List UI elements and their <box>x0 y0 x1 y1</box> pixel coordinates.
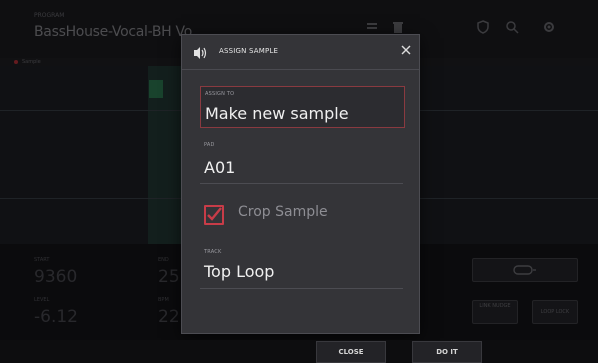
close-button[interactable]: CLOSE <box>316 341 386 363</box>
sample-assign-icon <box>193 45 209 59</box>
crop-sample-checkbox[interactable] <box>204 205 224 225</box>
assign-sample-dialog: ASSIGN SAMPLE ASSIGN TO Make new sample … <box>181 34 420 334</box>
pad-label: PAD <box>204 142 215 148</box>
close-icon[interactable] <box>399 44 413 58</box>
track-value[interactable]: Top Loop <box>204 262 274 281</box>
crop-sample-label[interactable]: Crop Sample <box>238 204 328 220</box>
track-underline <box>200 288 403 289</box>
pad-underline <box>200 183 403 184</box>
track-label: TRACK <box>204 249 222 255</box>
footer-bar <box>0 340 598 363</box>
dialog-header: ASSIGN SAMPLE <box>182 35 419 69</box>
checkmark-icon <box>207 207 222 221</box>
dialog-title: ASSIGN SAMPLE <box>219 47 279 55</box>
pad-value[interactable]: A01 <box>204 158 235 177</box>
assign-to-label: ASSIGN TO <box>205 91 235 97</box>
assign-to-value: Make new sample <box>205 104 349 123</box>
do-it-button[interactable]: DO IT <box>412 341 482 363</box>
dialog-header-divider <box>182 69 419 70</box>
